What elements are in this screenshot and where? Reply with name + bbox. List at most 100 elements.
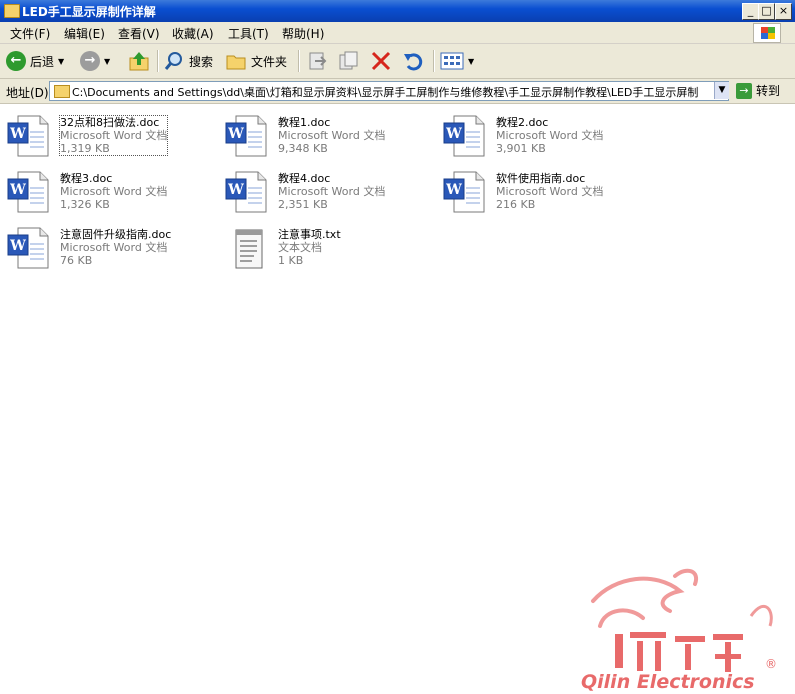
undo-button[interactable]	[402, 49, 426, 73]
svg-text:W: W	[9, 238, 26, 254]
file-item[interactable]: 注意事项.txt 文本文档 1 KB	[218, 222, 428, 269]
qilin-logo-watermark: ® Qilin Electronics	[581, 568, 777, 693]
address-dropdown-button[interactable]: ▼	[714, 82, 729, 99]
word-doc-icon: W	[443, 171, 485, 213]
address-bar: 地址(D) C:\Documents and Settings\dd\桌面\灯箱…	[0, 79, 795, 104]
registered-mark: ®	[765, 657, 777, 671]
go-label: 转到	[756, 84, 781, 98]
back-label: 后退	[30, 54, 55, 69]
folder-icon	[226, 55, 246, 70]
svg-text:W: W	[227, 126, 244, 142]
address-input[interactable]: C:\Documents and Settings\dd\桌面\灯箱和显示屏资料…	[49, 81, 729, 101]
menu-file[interactable]: 文件(F)	[10, 25, 50, 42]
up-folder-button[interactable]	[128, 49, 150, 73]
file-type: Microsoft Word 文档	[496, 185, 604, 198]
views-icon	[440, 52, 464, 70]
back-button[interactable]: ← 后退 ▼	[6, 49, 64, 73]
file-text: 注意事项.txt 文本文档 1 KB	[278, 228, 341, 267]
file-type: Microsoft Word 文档	[278, 129, 386, 142]
word-doc-icon: W	[443, 115, 485, 157]
file-type: Microsoft Word 文档	[278, 185, 386, 198]
file-list-pane[interactable]: W 32点和8扫做法.doc Microsoft Word 文档 1,319 KB W 教…	[0, 104, 795, 693]
menu-edit[interactable]: 编辑(E)	[64, 25, 105, 42]
chevron-down-icon: ▼	[58, 56, 65, 66]
go-button[interactable]: → 转到	[736, 82, 780, 99]
close-button[interactable]: ×	[775, 3, 792, 20]
file-text: 教程4.doc Microsoft Word 文档 2,351 KB	[278, 172, 385, 211]
file-size: 1,319 KB	[60, 142, 110, 155]
menu-bar: 文件(F) 编辑(E) 查看(V) 收藏(A) 工具(T) 帮助(H)	[0, 22, 795, 44]
file-size: 2,351 KB	[278, 198, 328, 211]
file-name: 教程4.doc	[278, 172, 331, 185]
folders-button[interactable]: 文件夹	[225, 49, 287, 73]
file-type: Microsoft Word 文档	[60, 129, 168, 142]
file-type: Microsoft Word 文档	[496, 129, 604, 142]
file-size: 216 KB	[496, 198, 536, 211]
svg-text:W: W	[9, 126, 26, 142]
search-button[interactable]: 搜索	[163, 49, 213, 73]
svg-text:W: W	[9, 182, 26, 198]
folder-icon	[4, 4, 20, 18]
menu-favorites[interactable]: 收藏(A)	[172, 25, 214, 42]
chevron-down-icon: ▼	[468, 56, 475, 66]
search-label: 搜索	[189, 54, 214, 69]
svg-text:W: W	[227, 182, 244, 198]
file-item[interactable]: W 软件使用指南.doc Microsoft Word 文档 216 KB	[436, 166, 646, 213]
file-text: 32点和8扫做法.doc Microsoft Word 文档 1,319 KB	[58, 115, 169, 156]
file-size: 3,901 KB	[496, 142, 546, 155]
folders-label: 文件夹	[251, 54, 288, 69]
move-to-button[interactable]	[306, 49, 328, 73]
menu-tools[interactable]: 工具(T)	[228, 25, 269, 42]
brand-text: Qilin Electronics	[581, 671, 755, 693]
delete-x-icon	[371, 51, 391, 71]
file-name: 教程2.doc	[496, 116, 549, 129]
toolbar: ← 后退 ▼ → ▼ 搜索 文件夹 ▼	[0, 44, 795, 79]
word-doc-icon: W	[7, 227, 49, 269]
delete-button[interactable]	[370, 49, 392, 73]
file-name: 教程3.doc	[60, 172, 113, 185]
forward-button[interactable]: → ▼	[80, 49, 110, 73]
address-label: 地址(D)	[6, 86, 49, 100]
file-text: 软件使用指南.doc Microsoft Word 文档 216 KB	[496, 172, 603, 211]
file-item[interactable]: W 教程3.doc Microsoft Word 文档 1,326 KB	[0, 166, 210, 213]
undo-icon	[404, 53, 423, 71]
menu-help[interactable]: 帮助(H)	[282, 25, 324, 42]
minimize-button[interactable]: _	[742, 3, 759, 20]
up-folder-icon	[129, 52, 149, 71]
file-type: 文本文档	[278, 241, 322, 254]
word-doc-icon: W	[7, 115, 49, 157]
text-doc-icon	[235, 229, 263, 269]
copy-to-icon	[339, 51, 358, 70]
menu-view[interactable]: 查看(V)	[118, 25, 160, 42]
file-text: 教程1.doc Microsoft Word 文档 9,348 KB	[278, 116, 385, 155]
views-button[interactable]: ▼	[440, 49, 474, 73]
file-size: 9,348 KB	[278, 142, 328, 155]
folder-icon	[54, 85, 70, 98]
file-name: 注意固件升级指南.doc	[60, 228, 172, 241]
file-item[interactable]: W 教程2.doc Microsoft Word 文档 3,901 KB	[436, 110, 646, 157]
maximize-button[interactable]: □	[758, 3, 775, 20]
file-name: 教程1.doc	[278, 116, 331, 129]
windows-logo-icon	[753, 23, 781, 43]
address-path[interactable]: C:\Documents and Settings\dd\桌面\灯箱和显示屏资料…	[72, 84, 698, 100]
file-size: 76 KB	[60, 254, 93, 267]
file-item[interactable]: W 注意固件升级指南.doc Microsoft Word 文档 76 KB	[0, 222, 210, 269]
svg-text:W: W	[445, 182, 462, 198]
window-title: LED手工显示屏制作详解	[22, 5, 156, 19]
chevron-down-icon: ▼	[104, 56, 111, 66]
svg-text:W: W	[445, 126, 462, 142]
file-size: 1,326 KB	[60, 198, 110, 211]
search-icon	[164, 52, 182, 70]
file-name: 32点和8扫做法.doc	[60, 116, 160, 129]
word-doc-icon: W	[225, 115, 267, 157]
file-item[interactable]: W 教程4.doc Microsoft Word 文档 2,351 KB	[218, 166, 428, 213]
copy-to-button[interactable]	[337, 49, 359, 73]
file-size: 1 KB	[278, 254, 304, 267]
word-doc-icon: W	[7, 171, 49, 213]
back-arrow-icon: ←	[6, 51, 26, 71]
title-bar[interactable]: LED手工显示屏制作详解 _ □ ×	[0, 0, 795, 22]
file-type: Microsoft Word 文档	[60, 185, 168, 198]
file-item[interactable]: W 32点和8扫做法.doc Microsoft Word 文档 1,319 KB	[0, 110, 210, 157]
go-arrow-icon: →	[736, 82, 752, 99]
file-item[interactable]: W 教程1.doc Microsoft Word 文档 9,348 KB	[218, 110, 428, 157]
